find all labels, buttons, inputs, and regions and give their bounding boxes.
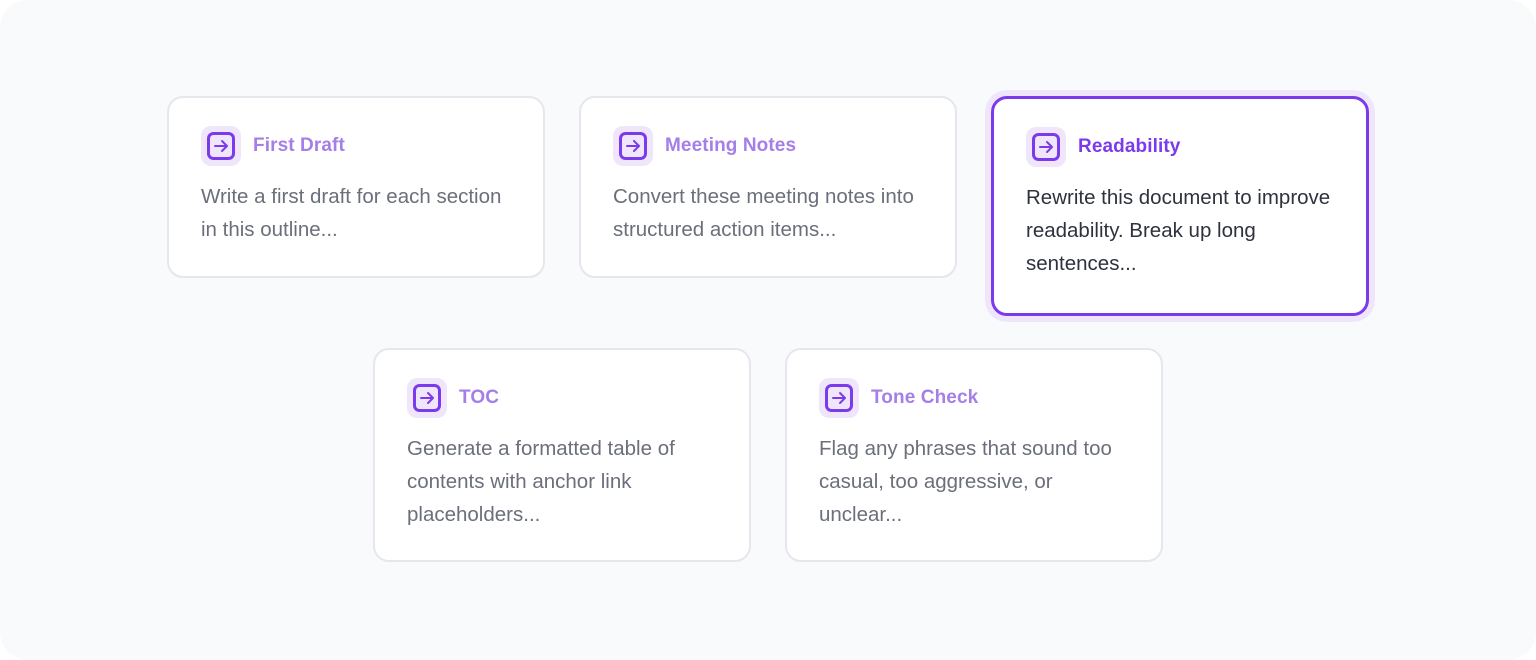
card-title: First Draft [253,135,345,156]
card-header: TOC [407,378,719,418]
card-header: Tone Check [819,378,1131,418]
card-description: Rewrite this document to improve readabi… [1026,186,1331,275]
suggestions-row-1: First Draft Write a first draft for each… [0,96,1536,316]
card-header: Readability [1026,127,1337,167]
card-description: Write a first draft for each section in … [201,185,502,241]
card-title: Tone Check [871,387,979,408]
arrow-right-square-icon [407,378,447,418]
arrow-right-square-icon [819,378,859,418]
prompt-card-first-draft[interactable]: First Draft Write a first draft for each… [167,96,545,278]
card-title: TOC [459,387,500,408]
card-title: Meeting Notes [665,135,797,156]
card-description: Generate a formatted table of contents w… [407,437,675,526]
prompt-card-tone-check[interactable]: Tone Check Flag any phrases that sound t… [785,348,1163,562]
prompt-suggestions-panel: First Draft Write a first draft for each… [0,0,1536,660]
suggestions-row-2: TOC Generate a formatted table of conten… [0,348,1536,562]
card-header: First Draft [201,126,513,166]
card-title: Readability [1078,136,1181,157]
card-description: Flag any phrases that sound too casual, … [819,437,1112,526]
prompt-card-meeting-notes[interactable]: Meeting Notes Convert these meeting note… [579,96,957,278]
card-header: Meeting Notes [613,126,925,166]
prompt-card-toc[interactable]: TOC Generate a formatted table of conten… [373,348,751,562]
arrow-right-square-icon [201,126,241,166]
card-description: Convert these meeting notes into structu… [613,185,914,241]
arrow-right-square-icon [613,126,653,166]
arrow-right-square-icon [1026,127,1066,167]
prompt-card-readability[interactable]: Readability Rewrite this document to imp… [991,96,1369,316]
